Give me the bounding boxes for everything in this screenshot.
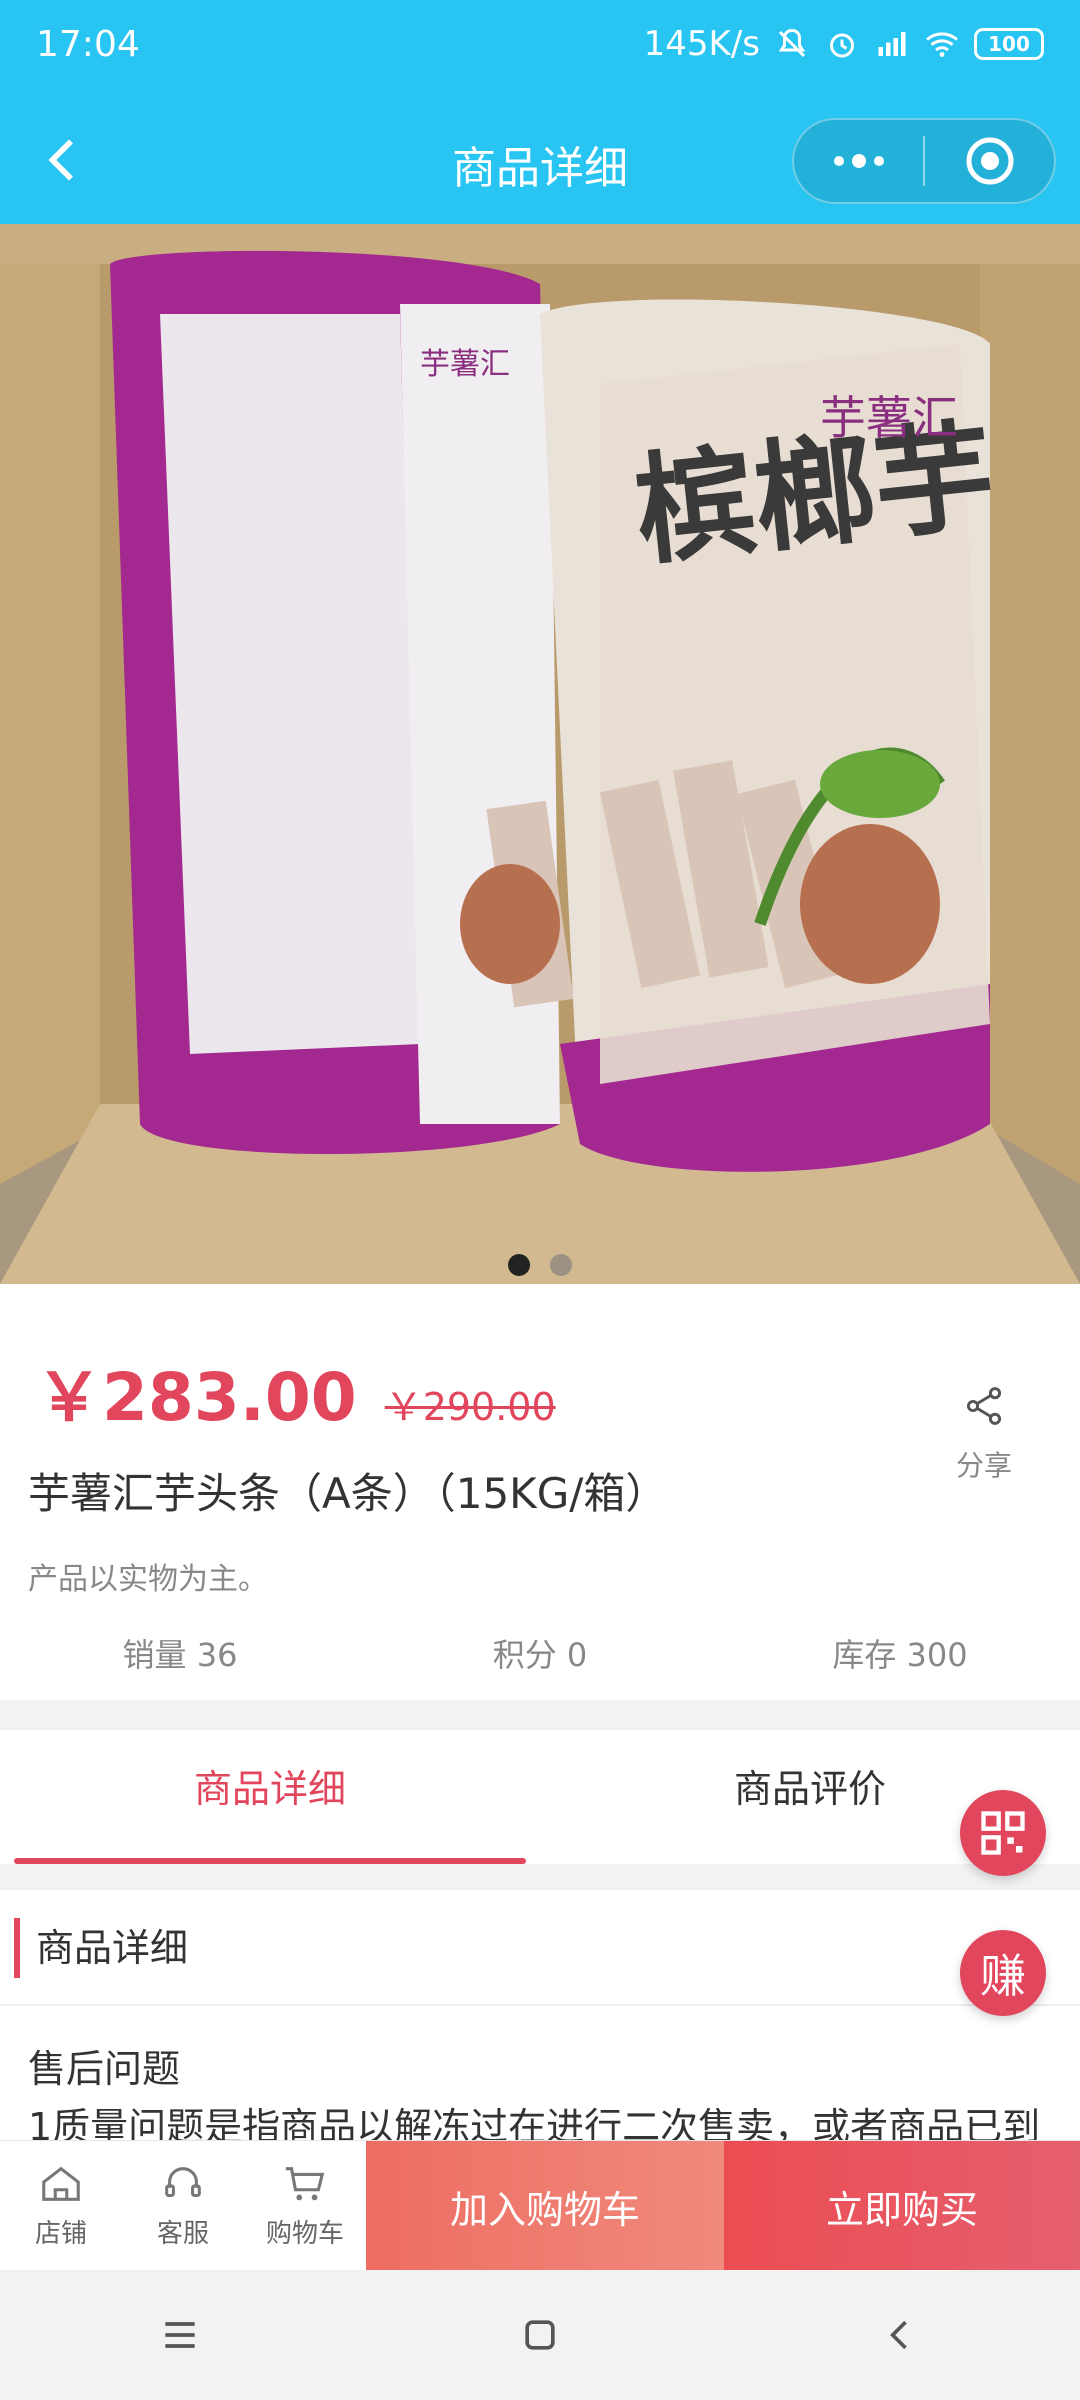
status-time: 17:04 <box>36 23 140 65</box>
current-price: ￥283.00 <box>36 1359 357 1436</box>
earn-label: 赚 <box>980 1949 1026 2003</box>
home-square-icon <box>525 2320 555 2350</box>
svg-text:芋薯汇: 芋薯汇 <box>820 393 958 444</box>
detail-subheading: 售后问题 <box>28 2047 181 2091</box>
mini-program-capsule <box>792 118 1056 204</box>
status-bar: 17:04 145K/s 100 <box>36 18 1044 70</box>
home-button[interactable] <box>500 2295 580 2375</box>
cart-icon <box>285 2167 325 2201</box>
qr-code-button[interactable] <box>960 1790 1046 1876</box>
menu-icon <box>165 2322 195 2348</box>
share-label: 分享 <box>955 1449 1012 1482</box>
sales-count: 销量 36 <box>122 1636 238 1674</box>
shop-label: 店铺 <box>34 2219 87 2249</box>
close-mini-program-button[interactable] <box>925 120 1054 202</box>
alarm-icon <box>830 33 854 58</box>
product-stats: 销量 36 积分 0 库存 300 <box>0 1630 1080 1676</box>
tab-product-detail[interactable]: 商品详细 <box>0 1730 540 1864</box>
cart-label: 购物车 <box>265 2219 344 2249</box>
product-photo: 槟榔芋 芋薯汇 芋薯汇 <box>0 224 1080 1284</box>
record-icon <box>966 137 1013 185</box>
add-to-cart-button[interactable]: 加入购物车 <box>366 2141 724 2271</box>
customer-service-button[interactable]: 客服 <box>122 2141 244 2270</box>
service-label: 客服 <box>156 2219 209 2249</box>
product-name: 芋薯汇芋头条（A条）（15KG/箱） <box>28 1469 668 1518</box>
wifi-icon <box>926 32 958 57</box>
top-bar: 17:04 145K/s 100 商品详细 <box>0 0 1080 224</box>
share-button[interactable]: 分享 <box>942 1384 1026 1484</box>
detail-content: 商品详细 售后问题 1质量问题是指商品以解冻过在进行二次售卖，或者商品已到 <box>0 1890 1080 2149</box>
buy-now-button[interactable]: 立即购买 <box>724 2141 1080 2271</box>
product-info: ￥283.00 ￥290.00 分享 芋薯汇芋头条（A条）（15KG/箱） 产品… <box>0 1284 1080 1700</box>
battery-icon: 100 <box>974 28 1044 60</box>
original-price: ￥290.00 <box>384 1385 556 1429</box>
shop-icon <box>42 2166 80 2201</box>
nav-header: 商品详细 <box>0 110 1080 210</box>
carousel-indicator <box>0 1254 1080 1276</box>
more-button[interactable] <box>794 120 923 202</box>
detail-tabs: 商品详细 商品评价 <box>0 1730 1080 1864</box>
more-icon <box>833 154 884 168</box>
product-description: 产品以实物为主。 <box>28 1562 268 1597</box>
headset-icon <box>165 2167 201 2198</box>
svg-text:芋薯汇: 芋薯汇 <box>420 348 510 381</box>
detail-heading: 商品详细 <box>14 1918 188 1978</box>
product-image-carousel[interactable]: 槟榔芋 芋薯汇 芋薯汇 <box>0 224 1080 1284</box>
stock-count: 库存 300 <box>832 1636 968 1674</box>
qr-code-icon <box>981 1811 1025 1855</box>
divider <box>0 2004 1080 2006</box>
carousel-dot[interactable] <box>508 1254 530 1276</box>
earn-button[interactable]: 赚 <box>960 1930 1046 2016</box>
menu-button[interactable] <box>140 2295 220 2375</box>
carousel-dot[interactable] <box>550 1254 572 1276</box>
cart-button[interactable]: 购物车 <box>244 2141 366 2270</box>
signal-icon <box>878 32 906 56</box>
chevron-left-icon <box>890 2320 907 2350</box>
system-nav-bar <box>0 2270 1080 2400</box>
net-speed: 145K/s <box>643 24 760 64</box>
mute-bell-icon <box>778 28 806 58</box>
shop-button[interactable]: 店铺 <box>0 2141 122 2270</box>
share-icon <box>966 1387 1002 1425</box>
system-back-button[interactable] <box>860 2295 940 2375</box>
bottom-action-bar: 店铺 客服 购物车 加入购物车 立即购买 <box>0 2140 1080 2271</box>
points-count: 积分 0 <box>492 1636 588 1674</box>
